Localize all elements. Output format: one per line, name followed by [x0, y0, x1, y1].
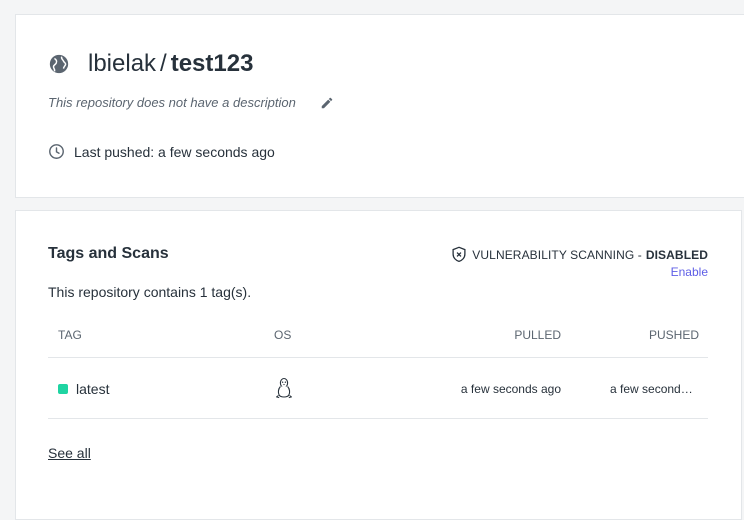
last-pushed: Last pushed: a few seconds ago [48, 143, 275, 160]
last-pushed-text: Last pushed: a few seconds ago [74, 143, 275, 160]
tag-cell[interactable]: latest [58, 381, 109, 397]
see-all-link[interactable]: See all [48, 445, 91, 461]
table-header: TAG OS PULLED PUSHED [48, 315, 708, 358]
column-header-tag: TAG [58, 328, 82, 342]
pushed-cell: a few seconds ago [610, 382, 694, 396]
vuln-status: DISABLED [645, 247, 708, 262]
column-header-pulled: PULLED [514, 328, 561, 342]
enable-scanning-link[interactable]: Enable [671, 265, 708, 279]
repository-namespace[interactable]: lbielak [88, 50, 156, 78]
globe-icon [48, 53, 70, 75]
section-title: Tags and Scans [48, 245, 169, 262]
repository-separator: / [160, 50, 167, 77]
description-text: This repository does not have a descript… [48, 95, 296, 110]
pencil-icon[interactable] [320, 96, 334, 110]
tags-and-scans-card: Tags and Scans Vulnerability Scanning - … [15, 210, 742, 520]
column-header-pushed: PUSHED [648, 328, 699, 342]
repository-info-card: lbielak / test123 This repository does n… [15, 14, 744, 198]
vulnerability-scanning-status: Vulnerability Scanning - DISABLED [451, 246, 708, 263]
repository-title: lbielak / test123 [48, 50, 253, 78]
table-row[interactable]: latest a few seconds ago a few seconds a… [48, 358, 708, 419]
tags-table: TAG OS PULLED PUSHED latest a few second… [48, 315, 708, 419]
repository-description: This repository does not have a descript… [48, 95, 334, 110]
repository-name: test123 [170, 50, 254, 77]
tag-status-indicator [58, 384, 68, 394]
tag-name[interactable]: latest [76, 381, 109, 397]
linux-icon [275, 377, 293, 399]
shield-x-icon [451, 246, 467, 263]
tag-count-text: This repository contains 1 tag(s). [48, 284, 252, 300]
column-header-os: OS [274, 328, 292, 342]
clock-icon [48, 143, 65, 160]
vuln-label: Vulnerability Scanning - [472, 247, 642, 262]
pulled-cell: a few seconds ago [460, 382, 561, 396]
